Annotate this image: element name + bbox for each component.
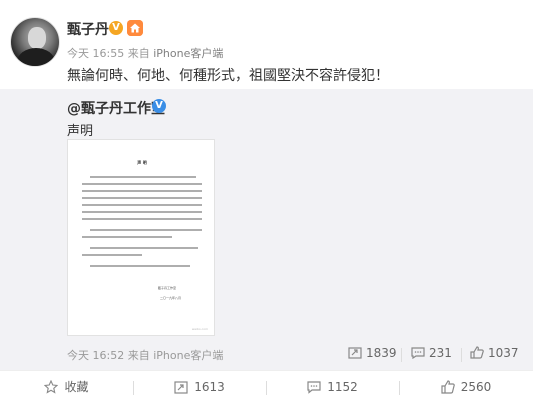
doc-line (82, 211, 202, 213)
comment-count: 231 (429, 346, 452, 360)
thumbs-up-icon (470, 346, 484, 359)
repost-time[interactable]: 今天 16:52 (67, 349, 124, 362)
post-text: 無論何時、何地、何種形式，祖國堅決不容許侵犯！ (67, 68, 389, 84)
image-watermark: weibo.com (191, 327, 208, 331)
stat-divider (401, 348, 402, 362)
thumbs-up-icon (441, 380, 455, 394)
avatar[interactable] (10, 17, 60, 67)
doc-line (90, 265, 190, 267)
like-count-link[interactable]: 1037 (470, 346, 519, 360)
comment-button[interactable]: 1152 (266, 371, 399, 403)
repost-meta: 今天 16:52 来自 iPhone客户端 (67, 347, 223, 363)
like-count: 1037 (488, 346, 519, 360)
statement-title: 声 明 (137, 160, 147, 165)
repost-author[interactable]: @甄子丹工作室 (67, 98, 165, 118)
statement-signature: 甄子丹工作室 (158, 286, 177, 290)
repost-button-count: 1613 (194, 380, 225, 394)
post-source[interactable]: iPhone客户端 (153, 47, 223, 60)
repost-card: @甄子丹工作室 V 声明 声 明 甄子丹工作室 二〇一九年八月 weibo.co… (0, 89, 533, 370)
verified-badge-icon[interactable]: V (109, 21, 123, 35)
post-source-prefix: 来自 (127, 47, 150, 60)
statement-date: 二〇一九年八月 (160, 296, 182, 300)
doc-line (90, 247, 198, 249)
doc-line (82, 190, 202, 192)
like-button[interactable]: 2560 (399, 371, 533, 403)
stat-divider (461, 348, 462, 362)
avatar-shoulder (17, 48, 55, 66)
star-icon (44, 380, 59, 394)
post-meta: 今天 16:55 来自 iPhone客户端 (67, 45, 223, 61)
comment-icon (411, 347, 425, 359)
statement-image[interactable]: 声 明 甄子丹工作室 二〇一九年八月 weibo.com (67, 139, 215, 336)
repost-source[interactable]: iPhone客户端 (153, 349, 223, 362)
repost-count: 1839 (366, 346, 397, 360)
avatar-face (28, 27, 46, 49)
comment-button-count: 1152 (327, 380, 358, 394)
post-header: 甄子丹 V 今天 16:55 来自 iPhone客户端 無論何時、何地、何種形式… (0, 0, 533, 88)
like-button-count: 2560 (460, 380, 492, 394)
repost-verified-icon: V (152, 99, 166, 113)
doc-line (82, 183, 202, 185)
author-name[interactable]: 甄子丹 (67, 19, 109, 39)
repost-source-prefix: 来自 (127, 349, 150, 362)
comment-count-link[interactable]: 231 (411, 346, 452, 360)
vip-house-icon (127, 20, 143, 36)
doc-line (90, 229, 202, 231)
repost-icon (348, 347, 362, 359)
repost-text: 声明 (67, 124, 94, 139)
repost-button[interactable]: 1613 (133, 371, 266, 403)
favorite-label: 收藏 (64, 380, 89, 394)
post-time[interactable]: 今天 16:55 (67, 47, 124, 60)
doc-line (82, 197, 202, 199)
repost-icon (174, 381, 188, 394)
doc-line (90, 176, 196, 178)
doc-line (82, 236, 172, 238)
vip-badge-icon[interactable] (127, 20, 143, 36)
repost-count-link[interactable]: 1839 (348, 346, 397, 360)
doc-line (82, 218, 202, 220)
favorite-button[interactable]: 收藏 (0, 371, 133, 403)
action-bar: 收藏 1613 1152 2560 (0, 370, 533, 403)
comment-icon (307, 381, 321, 394)
doc-line (82, 254, 142, 256)
doc-line (82, 204, 202, 206)
